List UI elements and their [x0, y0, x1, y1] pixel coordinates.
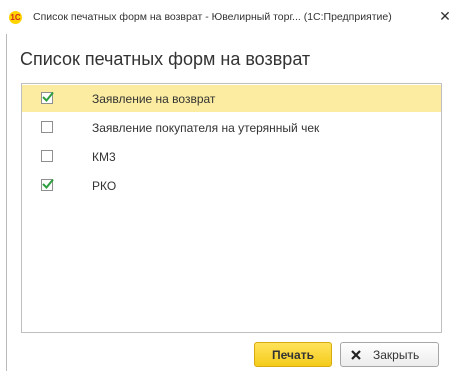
close-icon: [351, 350, 361, 360]
list-item-label: РКО: [92, 179, 117, 193]
title-bar: 1С Список печатных форм на возврат - Юве…: [0, 0, 452, 34]
close-button[interactable]: Закрыть: [340, 342, 439, 367]
list-item-label: Заявление покупателя на утерянный чек: [92, 121, 320, 135]
list-item[interactable]: Заявление покупателя на утерянный чек: [22, 114, 441, 141]
checkmark-icon: [42, 91, 54, 102]
print-button-label: Печать: [272, 348, 314, 362]
list-item[interactable]: Заявление на возврат: [22, 85, 441, 112]
page-title: Список печатных форм на возврат: [20, 49, 311, 69]
window-close-icon[interactable]: ✕: [438, 8, 452, 24]
list-item[interactable]: КМ3: [22, 143, 441, 170]
list-item[interactable]: РКО: [22, 172, 441, 199]
window-title: Список печатных форм на возврат - Ювелир…: [33, 11, 392, 23]
checkmark-icon: [42, 178, 54, 189]
print-button[interactable]: Печать: [254, 342, 332, 367]
checkbox[interactable]: [41, 121, 53, 133]
window-left-border: [6, 34, 7, 371]
checkbox[interactable]: [41, 178, 54, 191]
list-item-label: Заявление на возврат: [92, 92, 216, 106]
print-forms-list: Заявление на возврат Заявление покупател…: [21, 83, 442, 333]
close-button-label: Закрыть: [373, 348, 420, 362]
list-item-label: КМ3: [92, 150, 116, 164]
app-logo-icon: 1С: [9, 11, 22, 24]
checkbox[interactable]: [41, 150, 53, 162]
checkbox[interactable]: [41, 91, 54, 104]
